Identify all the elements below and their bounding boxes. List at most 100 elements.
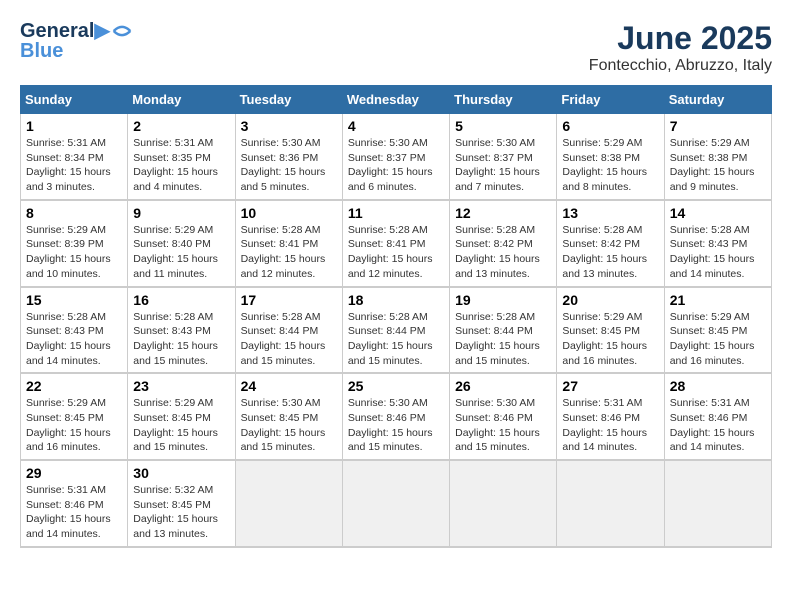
day-info: Sunrise: 5:28 AMSunset: 8:43 PMDaylight:… [133,310,229,369]
calendar-day: 2 Sunrise: 5:31 AMSunset: 8:35 PMDaylight… [128,114,235,200]
calendar-day: 3 Sunrise: 5:30 AMSunset: 8:36 PMDaylight… [235,114,342,200]
title-block: June 2025 Fontecchio, Abruzzo, Italy [589,20,772,75]
day-number: 24 [241,378,337,394]
day-info: Sunrise: 5:29 AMSunset: 8:45 PMDaylight:… [562,310,658,369]
day-number: 5 [455,118,551,134]
day-info: Sunrise: 5:31 AMSunset: 8:35 PMDaylight:… [133,136,229,195]
calendar-day: 5Sunrise: 5:30 AMSunset: 8:37 PMDaylight… [450,114,557,200]
weekday-header: Sunday [21,86,128,114]
day-info: Sunrise: 5:28 AMSunset: 8:44 PMDaylight:… [455,310,551,369]
day-info: Sunrise: 5:29 AMSunset: 8:39 PMDaylight:… [26,223,122,282]
calendar-day: 12 Sunrise: 5:28 AMSunset: 8:42 PMDayligh… [450,200,557,287]
logo-icon [112,21,132,41]
day-number: 28 [670,378,766,394]
calendar-day: 13 Sunrise: 5:28 AMSunset: 8:42 PMDayligh… [557,200,664,287]
weekday-header: Saturday [664,86,771,114]
calendar-day: 21 Sunrise: 5:29 AMSunset: 8:45 PMDayligh… [664,287,771,374]
day-info: Sunrise: 5:28 AMSunset: 8:42 PMDaylight:… [455,223,551,282]
day-info: Sunrise: 5:28 AMSunset: 8:41 PMDaylight:… [348,223,444,282]
calendar-table: SundayMondayTuesdayWednesdayThursdayFrid… [20,85,772,548]
empty-cell [557,460,664,547]
calendar-day: 6 Sunrise: 5:29 AMSunset: 8:38 PMDaylight… [557,114,664,200]
day-number: 13 [562,205,658,221]
weekday-header: Thursday [450,86,557,114]
day-number: 17 [241,292,337,308]
calendar-day: 1 Sunrise: 5:31 AMSunset: 8:34 PMDaylight… [21,114,128,200]
day-number: 11 [348,205,444,221]
day-number: 10 [241,205,337,221]
day-number: 1 [26,118,122,134]
logo: General▶ Blue [20,20,132,63]
day-info: Sunrise: 5:28 AMSunset: 8:41 PMDaylight:… [241,223,337,282]
logo-text: General▶ [20,20,110,42]
day-info: Sunrise: 5:28 AMSunset: 8:44 PMDaylight:… [348,310,444,369]
day-number: 7 [670,118,766,134]
day-number: 20 [562,292,658,308]
day-info: Sunrise: 5:31 AMSunset: 8:46 PMDaylight:… [670,396,766,455]
calendar-day: 30 Sunrise: 5:32 AMSunset: 8:45 PMDayligh… [128,460,235,547]
day-info: Sunrise: 5:29 AMSunset: 8:45 PMDaylight:… [670,310,766,369]
day-number: 9 [133,205,229,221]
calendar-day: 29Sunrise: 5:31 AMSunset: 8:46 PMDayligh… [21,460,128,547]
day-number: 2 [133,118,229,134]
day-info: Sunrise: 5:28 AMSunset: 8:43 PMDaylight:… [26,310,122,369]
calendar-day: 14 Sunrise: 5:28 AMSunset: 8:43 PMDayligh… [664,200,771,287]
calendar-day: 7 Sunrise: 5:29 AMSunset: 8:38 PMDaylight… [664,114,771,200]
day-number: 22 [26,378,122,394]
day-number: 4 [348,118,444,134]
logo-blue: Blue [20,40,132,63]
calendar-day: 24 Sunrise: 5:30 AMSunset: 8:45 PMDayligh… [235,373,342,460]
day-info: Sunrise: 5:28 AMSunset: 8:44 PMDaylight:… [241,310,337,369]
page-header: General▶ Blue June 2025 Fontecchio, Abru… [20,20,772,75]
calendar-day: 11 Sunrise: 5:28 AMSunset: 8:41 PMDayligh… [342,200,449,287]
calendar-day: 15 Sunrise: 5:28 AMSunset: 8:43 PMDayligh… [21,287,128,374]
day-info: Sunrise: 5:28 AMSunset: 8:43 PMDaylight:… [670,223,766,282]
day-info: Sunrise: 5:29 AMSunset: 8:38 PMDaylight:… [670,136,766,195]
day-number: 12 [455,205,551,221]
day-number: 14 [670,205,766,221]
calendar-day: 28 Sunrise: 5:31 AMSunset: 8:46 PMDayligh… [664,373,771,460]
empty-cell [235,460,342,547]
calendar-day: 23 Sunrise: 5:29 AMSunset: 8:45 PMDayligh… [128,373,235,460]
day-info: Sunrise: 5:32 AMSunset: 8:45 PMDaylight:… [133,483,229,542]
calendar-day: 26 Sunrise: 5:30 AMSunset: 8:46 PMDayligh… [450,373,557,460]
day-info: Sunrise: 5:30 AMSunset: 8:37 PMDaylight:… [348,136,444,195]
day-number: 16 [133,292,229,308]
day-number: 26 [455,378,551,394]
calendar-day: 9Sunrise: 5:29 AMSunset: 8:40 PMDaylight… [128,200,235,287]
calendar-day: 18 Sunrise: 5:28 AMSunset: 8:44 PMDayligh… [342,287,449,374]
empty-cell [342,460,449,547]
day-number: 18 [348,292,444,308]
calendar-day: 8 Sunrise: 5:29 AMSunset: 8:39 PMDaylight… [21,200,128,287]
day-info: Sunrise: 5:30 AMSunset: 8:46 PMDaylight:… [455,396,551,455]
day-number: 23 [133,378,229,394]
day-number: 21 [670,292,766,308]
day-number: 30 [133,465,229,481]
day-number: 8 [26,205,122,221]
weekday-header: Wednesday [342,86,449,114]
day-number: 25 [348,378,444,394]
day-number: 3 [241,118,337,134]
day-info: Sunrise: 5:28 AMSunset: 8:42 PMDaylight:… [562,223,658,282]
day-info: Sunrise: 5:29 AMSunset: 8:45 PMDaylight:… [133,396,229,455]
calendar-day: 25 Sunrise: 5:30 AMSunset: 8:46 PMDayligh… [342,373,449,460]
weekday-header: Monday [128,86,235,114]
subtitle: Fontecchio, Abruzzo, Italy [589,57,772,75]
calendar-day: 19 Sunrise: 5:28 AMSunset: 8:44 PMDayligh… [450,287,557,374]
day-info: Sunrise: 5:29 AMSunset: 8:45 PMDaylight:… [26,396,122,455]
day-info: Sunrise: 5:31 AMSunset: 8:34 PMDaylight:… [26,136,122,195]
day-info: Sunrise: 5:30 AMSunset: 8:36 PMDaylight:… [241,136,337,195]
calendar-day: 20 Sunrise: 5:29 AMSunset: 8:45 PMDayligh… [557,287,664,374]
day-info: Sunrise: 5:30 AMSunset: 8:45 PMDaylight:… [241,396,337,455]
day-number: 6 [562,118,658,134]
calendar-day: 27Sunrise: 5:31 AMSunset: 8:46 PMDayligh… [557,373,664,460]
empty-cell [450,460,557,547]
calendar-day: 10 Sunrise: 5:28 AMSunset: 8:41 PMDayligh… [235,200,342,287]
day-number: 19 [455,292,551,308]
day-number: 15 [26,292,122,308]
weekday-header: Tuesday [235,86,342,114]
day-info: Sunrise: 5:29 AMSunset: 8:38 PMDaylight:… [562,136,658,195]
calendar-day: 17 Sunrise: 5:28 AMSunset: 8:44 PMDayligh… [235,287,342,374]
calendar-day: 22 Sunrise: 5:29 AMSunset: 8:45 PMDayligh… [21,373,128,460]
day-info: Sunrise: 5:30 AMSunset: 8:46 PMDaylight:… [348,396,444,455]
